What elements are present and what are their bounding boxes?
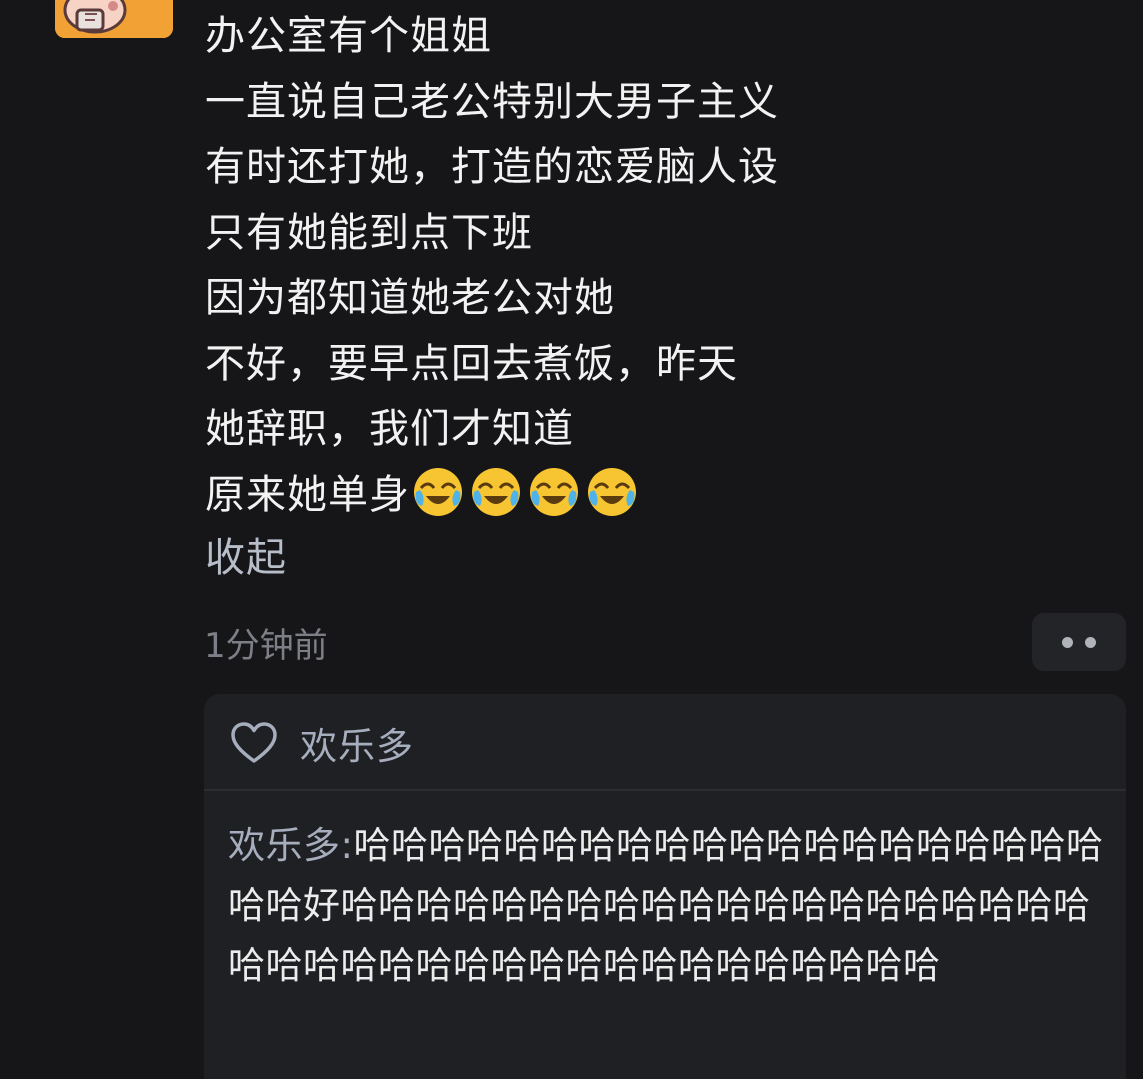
comment-thread: 办公室有个姐姐 一直说自己老公特别大男子主义 有时还打她，打造的恋爱脑人设 只有… [0, 0, 1143, 1079]
user-avatar[interactable] [55, 0, 173, 38]
reply-author[interactable]: 欢乐多: [228, 824, 353, 867]
post-line-last: 原来她单身 [205, 463, 1005, 529]
divider [204, 789, 1126, 791]
avatar-illustration [55, 0, 173, 38]
crying-laughing-emoji [588, 467, 636, 516]
post-timestamp: 1分钟前 [204, 626, 328, 666]
post-line: 办公室有个姐姐 [205, 13, 492, 59]
post-line: 只有她能到点下班 [205, 209, 533, 256]
more-options-button[interactable] [1032, 613, 1126, 671]
liker-name[interactable]: 欢乐多 [300, 716, 414, 770]
collapse-link[interactable]: 收起 [205, 530, 287, 586]
crying-laughing-emoji [414, 467, 462, 516]
post-line: 一直说自己老公特别大男子主义 [205, 78, 779, 125]
emoji-group [412, 466, 638, 518]
post-line: 有时还打她，打造的恋爱脑人设 [205, 144, 779, 190]
post-line-text: 原来她单身 [205, 471, 410, 518]
post-body: 办公室有个姐姐 一直说自己老公特别大男子主义 有时还打她，打造的恋爱脑人设 只有… [205, 4, 1005, 528]
post-line: 因为都知道她老公对她 [205, 275, 615, 321]
more-dot-icon [1085, 636, 1096, 648]
crying-laughing-emoji [530, 467, 578, 516]
post-line: 不好，要早点回去煮饭，昨天 [205, 340, 738, 387]
reply-content: 哈哈哈哈哈哈哈哈哈哈哈哈哈哈哈哈哈哈哈哈哈哈好哈哈哈哈哈哈哈哈哈哈哈哈哈哈哈哈哈… [228, 824, 1104, 987]
heart-icon[interactable] [230, 721, 278, 765]
more-dot-icon [1062, 636, 1073, 648]
post-line: 她辞职，我们才知道 [205, 406, 574, 452]
reply-section: 欢乐多 欢乐多:哈哈哈哈哈哈哈哈哈哈哈哈哈哈哈哈哈哈哈哈哈哈好哈哈哈哈哈哈哈哈哈… [204, 694, 1126, 1079]
crying-laughing-emoji [472, 467, 520, 516]
reply-comment: 欢乐多:哈哈哈哈哈哈哈哈哈哈哈哈哈哈哈哈哈哈哈哈哈哈好哈哈哈哈哈哈哈哈哈哈哈哈哈… [228, 816, 1118, 996]
likes-row: 欢乐多 [230, 714, 414, 772]
